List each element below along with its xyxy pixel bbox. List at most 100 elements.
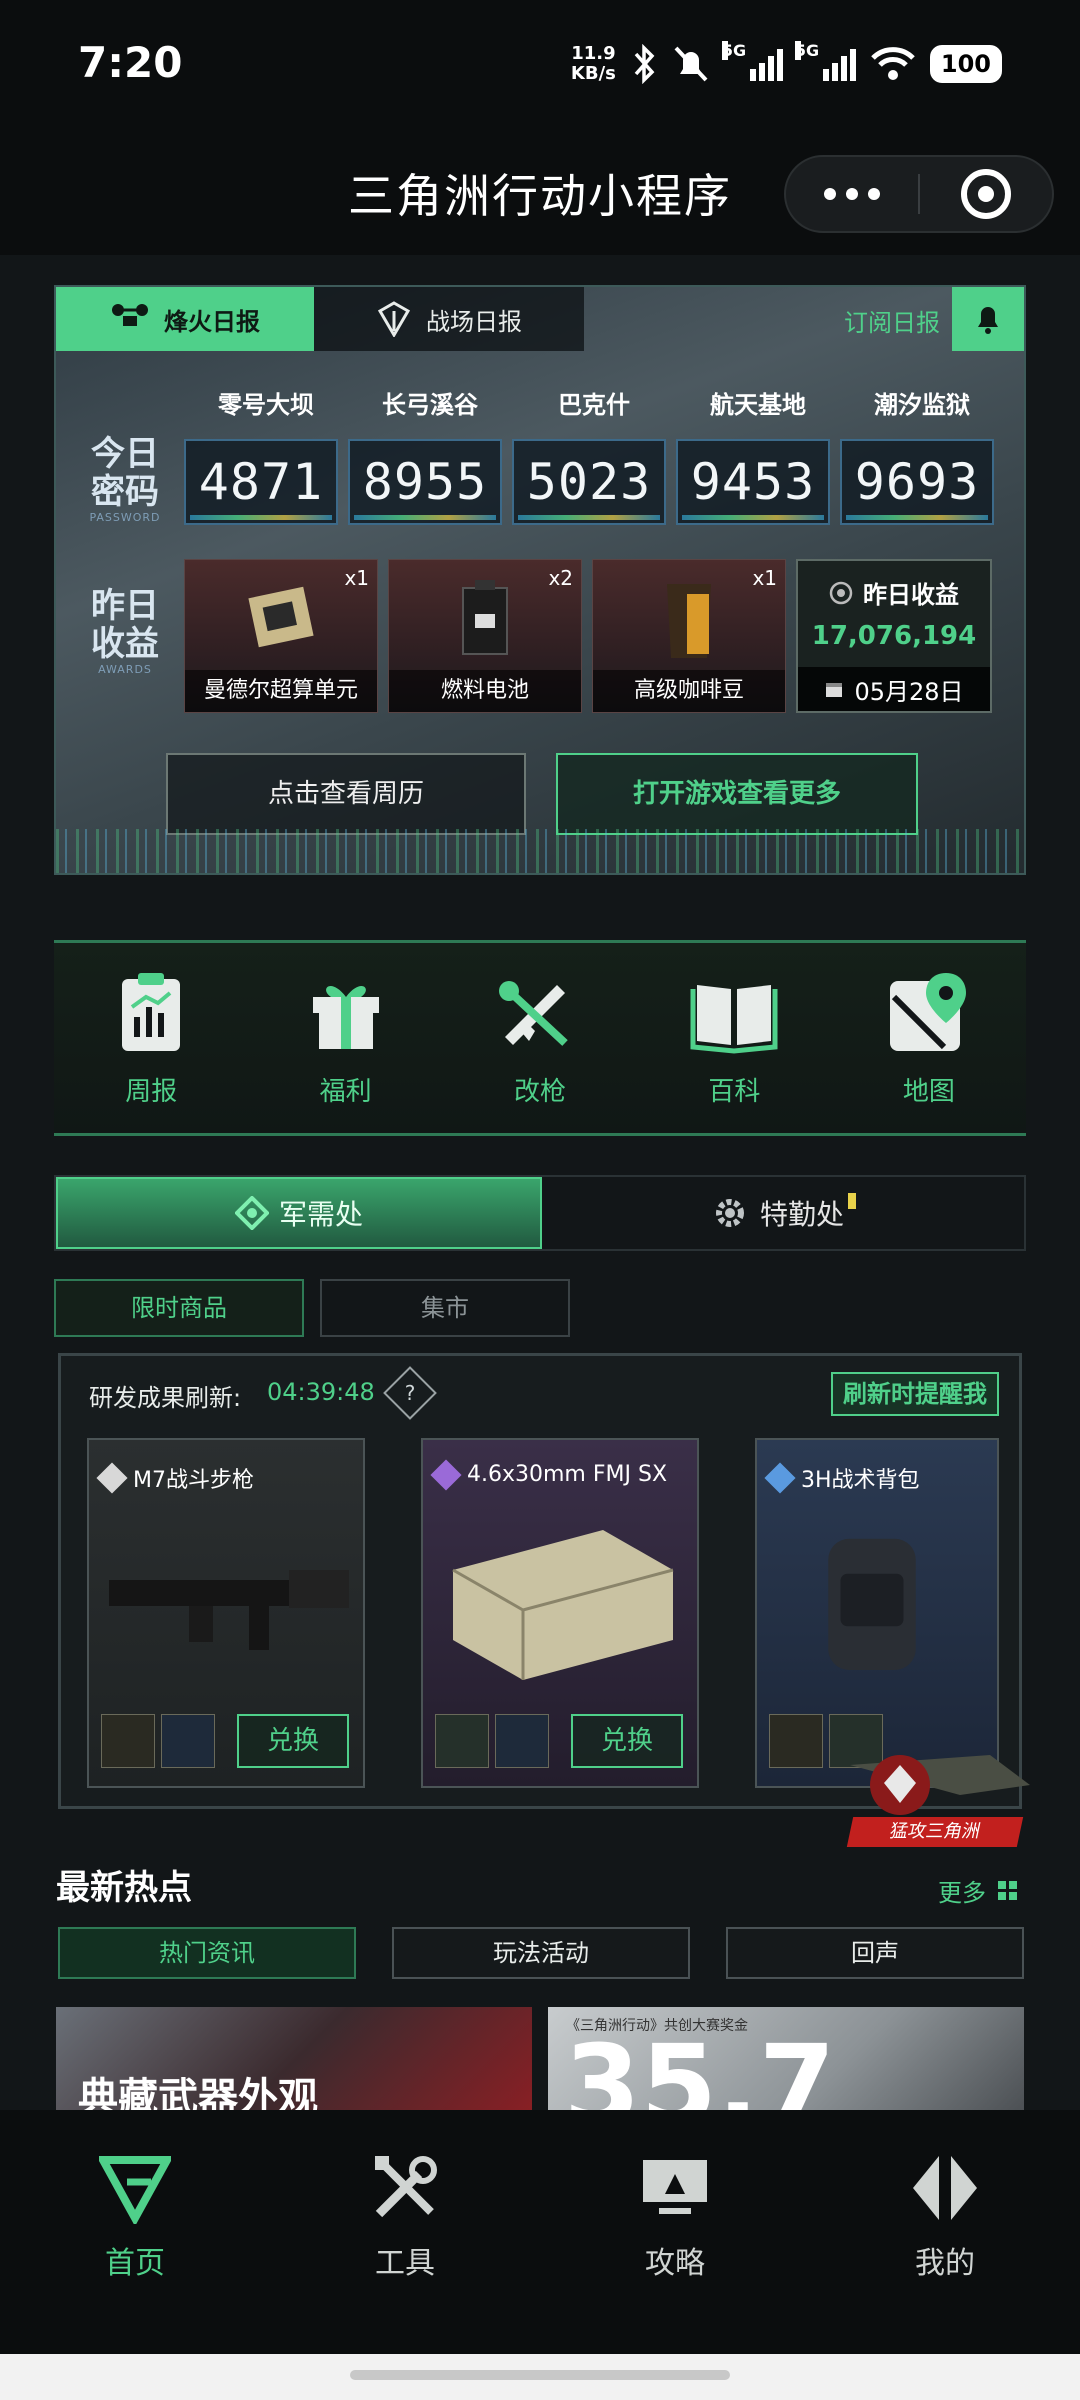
rarity-diamond-icon — [764, 1462, 796, 1494]
report-clipboard-icon — [122, 973, 181, 1051]
bluetooth-icon — [634, 44, 655, 84]
material-slot — [495, 1714, 549, 1768]
map-name: 潮汐监狱 — [874, 391, 970, 419]
close-miniprogram-button[interactable] — [920, 169, 1052, 219]
subscribe-bell-button[interactable] — [952, 287, 1024, 351]
view-weekly-calendar-button[interactable]: 点击查看周历 — [166, 753, 526, 835]
supply-diamond-icon — [234, 1196, 269, 1230]
hot-more-link[interactable]: 更多 — [938, 1873, 1018, 1908]
tools-row: 周报 福利 改枪 百科 地图 — [54, 940, 1026, 1136]
more-menu-button[interactable] — [786, 188, 918, 200]
gear-icon — [715, 1199, 744, 1227]
reward-item: x1 高级咖啡豆 — [592, 559, 786, 713]
floating-event-badge[interactable]: 猛攻三角洲 — [840, 1725, 1040, 1855]
item-materials — [101, 1714, 215, 1768]
main-content[interactable]: 烽火日报 战场日报 订阅日报 今日 密码 PASSWORD 零号大坝 长弓溪谷 … — [0, 255, 1080, 2110]
nav-label: 工具 — [375, 2246, 435, 2281]
ammo-box-icon — [452, 1530, 674, 1680]
title-bar: 三角洲行动小程序 — [0, 130, 1080, 255]
nav-tools[interactable]: 工具 — [270, 2110, 540, 2354]
news-card-number: 35.7 — [564, 2021, 836, 2110]
shop-item-card[interactable]: M7战斗步枪 兑换 — [87, 1438, 365, 1788]
tab-supply-depot[interactable]: 军需处 — [56, 1177, 542, 1249]
password-codes-row: 4871 8955 5023 9453 9693 — [184, 439, 1004, 525]
tab-market[interactable]: 集市 — [320, 1279, 570, 1337]
tab-hot-news[interactable]: 热门资讯 — [58, 1927, 356, 1979]
news-tabs: 热门资讯 玩法活动 回声 — [58, 1927, 1024, 1979]
nav-label: 攻略 — [645, 2246, 705, 2281]
tab-limited-goods[interactable]: 限时商品 — [54, 1279, 304, 1337]
tool-encyclopedia[interactable]: 百科 — [637, 943, 831, 1133]
tab-special-ops[interactable]: 特勤处 — [542, 1177, 1024, 1249]
hot-news-title: 最新热点 — [56, 1868, 192, 1908]
gift-icon — [312, 986, 379, 1049]
reward-item: x2 燃料电池 — [388, 559, 582, 713]
nav-label: 首页 — [105, 2246, 165, 2281]
bell-muted-icon — [674, 46, 708, 82]
reward-name: 曼德尔超算单元 — [185, 670, 377, 712]
tab-fire-report[interactable]: 烽火日报 — [56, 287, 314, 351]
income-date-row: 05月28日 — [798, 667, 990, 711]
tool-map[interactable]: 地图 — [832, 943, 1026, 1133]
bell-icon — [978, 307, 998, 334]
rarity-diamond-icon — [430, 1458, 462, 1491]
reward-qty: x1 — [752, 566, 777, 590]
tab-echo[interactable]: 回声 — [726, 1927, 1024, 1979]
password-code: 9693 — [840, 439, 994, 525]
open-book-icon — [690, 985, 778, 1054]
income-value: 17,076,194 — [811, 621, 977, 651]
tab-field-report[interactable]: 战场日报 — [314, 287, 584, 351]
awards-side-label: 昨日 收益 AWARDS — [70, 587, 180, 676]
shop-sub-tabs: 限时商品 集市 — [54, 1279, 570, 1337]
nav-profile[interactable]: 我的 — [810, 2110, 1080, 2354]
backpack-icon — [828, 1538, 916, 1670]
income-date: 05月28日 — [854, 677, 964, 706]
nav-guides[interactable]: 攻略 — [540, 2110, 810, 2354]
drone-icon — [112, 304, 148, 326]
tool-gunsmith[interactable]: 改枪 — [443, 943, 637, 1133]
signal-icon-1: 5G — [721, 41, 783, 81]
material-slot — [161, 1714, 215, 1768]
news-card[interactable]: 《三角洲行动》共创大赛奖金 35.7 — [548, 2007, 1024, 2110]
tool-weekly-report[interactable]: 周报 — [54, 943, 248, 1133]
map-name: 零号大坝 — [218, 391, 314, 419]
nav-label: 我的 — [915, 2246, 975, 2281]
reward-qty: x1 — [344, 566, 369, 590]
tab-gameplay-events[interactable]: 玩法活动 — [392, 1927, 690, 1979]
subscribe-link[interactable]: 订阅日报 — [844, 303, 940, 338]
rarity-diamond-icon — [96, 1462, 128, 1494]
help-icon[interactable]: ? — [383, 1366, 437, 1420]
glitch-decoration — [56, 829, 1024, 873]
status-bar: 7:20 11.9 KB/s 5G 5G 100 — [0, 0, 1080, 130]
password-code: 9453 — [676, 439, 830, 525]
news-card-title: 典藏武器外观 — [78, 2075, 318, 2110]
daily-report-card: 烽火日报 战场日报 订阅日报 今日 密码 PASSWORD 零号大坝 长弓溪谷 … — [54, 285, 1026, 875]
open-game-button[interactable]: 打开游戏查看更多 — [556, 753, 918, 835]
reward-qty: x2 — [548, 566, 573, 590]
tool-label: 地图 — [902, 1077, 955, 1107]
password-code: 4871 — [184, 439, 338, 525]
home-indicator[interactable] — [350, 2370, 730, 2380]
income-label-row: 昨日收益 — [798, 575, 990, 610]
password-label: 今日 密码 — [91, 434, 159, 512]
monitor-icon — [643, 2160, 707, 2214]
remind-on-refresh-button[interactable]: 刷新时提醒我 — [831, 1372, 999, 1416]
gun-wrench-icon — [499, 981, 568, 1046]
tool-welfare[interactable]: 福利 — [248, 943, 442, 1133]
awards-label: 昨日 收益 — [91, 586, 159, 664]
tool-label: 改枪 — [514, 1077, 567, 1107]
home-logo-icon — [99, 2156, 171, 2224]
reward-name: 高级咖啡豆 — [593, 670, 785, 712]
shop-item-card[interactable]: 4.6x30mm FMJ SX 兑换 — [421, 1438, 699, 1788]
tab-fire-label: 烽火日报 — [164, 307, 260, 336]
news-card[interactable]: 典藏武器外观 — [56, 2007, 532, 2110]
income-label: 昨日收益 — [863, 581, 959, 609]
nav-home[interactable]: 首页 — [0, 2110, 270, 2354]
map-name: 航天基地 — [710, 391, 806, 419]
signal-icon-2: 5G — [794, 41, 856, 81]
miniprogram-capsule — [784, 155, 1054, 233]
material-slot — [101, 1714, 155, 1768]
exchange-button[interactable]: 兑换 — [571, 1714, 683, 1768]
exchange-button[interactable]: 兑换 — [237, 1714, 349, 1768]
wifi-icon — [871, 47, 915, 80]
